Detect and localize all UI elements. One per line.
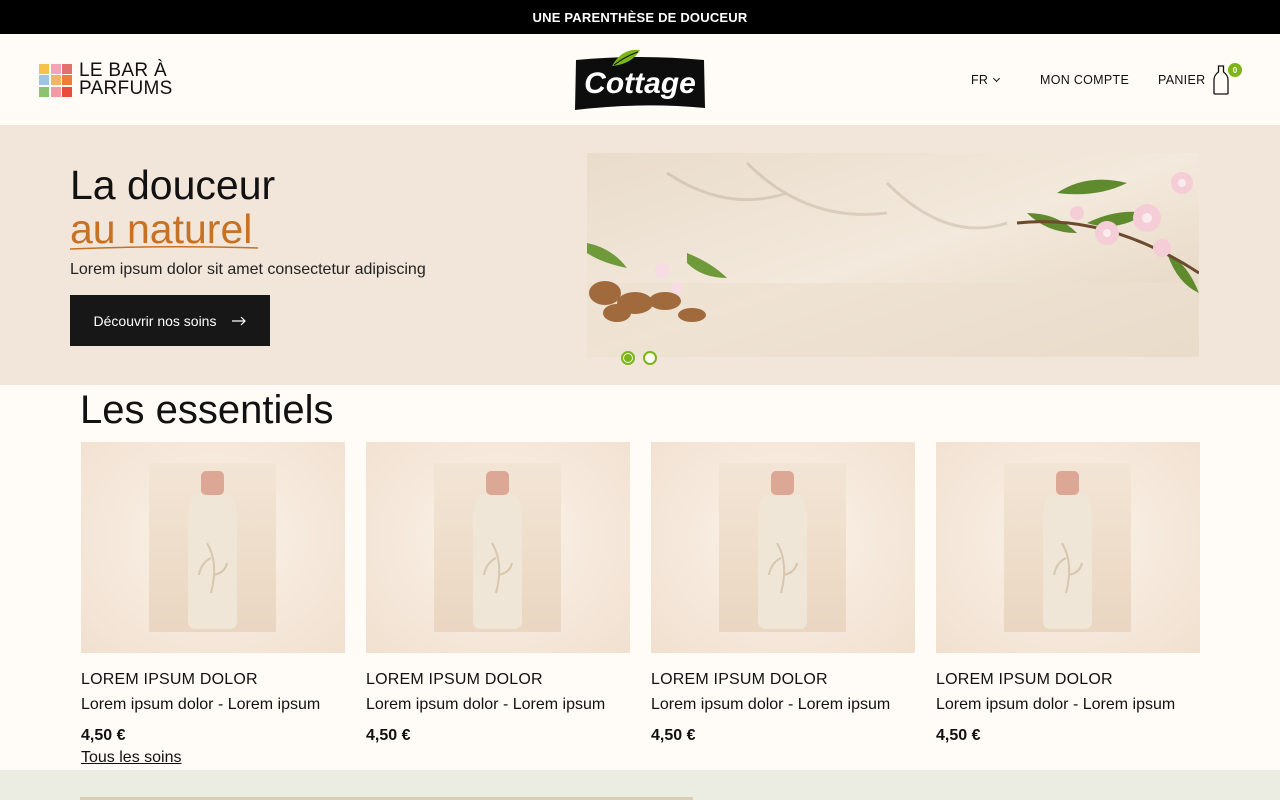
language-selector[interactable]: FR — [971, 34, 1001, 125]
product-price: 4,50 € — [651, 727, 696, 744]
discover-care-button[interactable]: Découvrir nos soins — [70, 295, 270, 346]
bottle-icon — [188, 471, 237, 629]
cart-count-badge: 0 — [1228, 63, 1242, 77]
announcement-text: UNE PARENTHÈSE DE DOUCEUR — [532, 9, 748, 25]
next-section-band — [0, 770, 1280, 800]
arrow-right-icon — [232, 316, 247, 325]
product-card[interactable]: LOREM IPSUM DOLOR Lorem ipsum dolor - Lo… — [936, 442, 1200, 745]
carousel-dot-1[interactable] — [621, 351, 635, 365]
bar-a-parfums-logo[interactable]: LE BAR À PARFUMS — [39, 61, 173, 99]
bottle-icon — [473, 471, 522, 629]
language-label: FR — [971, 72, 989, 87]
carousel-dots — [621, 351, 657, 365]
product-card[interactable]: LOREM IPSUM DOLOR Lorem ipsum dolor - Lo… — [366, 442, 630, 745]
cart-link[interactable]: PANIER — [1158, 34, 1230, 125]
bottle-icon — [1043, 471, 1092, 629]
hero-subtitle: Lorem ipsum dolor sit amet consectetur a… — [70, 261, 426, 278]
site-header: LE BAR À PARFUMS Cottage FR MON COMPTE P… — [0, 34, 1280, 125]
cottage-logo[interactable]: Cottage — [574, 48, 706, 112]
account-label: MON COMPTE — [1040, 72, 1130, 87]
product-description: Lorem ipsum dolor - Lorem ipsum — [366, 696, 606, 713]
product-price: 4,50 € — [366, 727, 411, 744]
product-name: LOREM IPSUM DOLOR — [651, 671, 828, 688]
all-care-link[interactable]: Tous les soins — [81, 749, 182, 767]
bar-logo-text: LE BAR À PARFUMS — [79, 61, 173, 99]
hero-banner: La douceur au naturel Lorem ipsum dolor … — [0, 125, 1280, 385]
product-description: Lorem ipsum dolor - Lorem ipsum — [81, 696, 321, 713]
carousel-dot-2[interactable] — [643, 351, 657, 365]
product-image[interactable] — [651, 442, 915, 653]
product-image[interactable] — [81, 442, 345, 653]
product-price: 4,50 € — [936, 727, 981, 744]
color-grid-icon — [39, 63, 72, 97]
chevron-down-icon — [993, 74, 1001, 82]
announcement-bar: UNE PARENTHÈSE DE DOUCEUR — [0, 0, 1280, 34]
product-card[interactable]: LOREM IPSUM DOLOR Lorem ipsum dolor - Lo… — [81, 442, 345, 745]
hero-underline-decoration — [69, 245, 259, 250]
account-link[interactable]: MON COMPTE — [1040, 34, 1129, 125]
product-image[interactable] — [936, 442, 1200, 653]
product-price: 4,50 € — [81, 727, 126, 744]
cottage-logo-text: Cottage — [584, 67, 696, 100]
product-name: LOREM IPSUM DOLOR — [936, 671, 1113, 688]
bar-logo-line2: PARFUMS — [79, 78, 173, 99]
hero-image-almonds — [587, 153, 1199, 357]
product-description: Lorem ipsum dolor - Lorem ipsum — [936, 696, 1176, 713]
bottle-icon — [758, 471, 807, 629]
discover-button-label: Découvrir nos soins — [93, 312, 217, 329]
product-description: Lorem ipsum dolor - Lorem ipsum — [651, 696, 891, 713]
product-card[interactable]: LOREM IPSUM DOLOR Lorem ipsum dolor - Lo… — [651, 442, 915, 745]
product-image[interactable] — [366, 442, 630, 653]
hero-title-line1: La douceur — [70, 162, 276, 208]
section-title: Les essentiels — [80, 388, 334, 432]
product-name: LOREM IPSUM DOLOR — [81, 671, 258, 688]
cart-label: PANIER — [1158, 72, 1206, 87]
product-name: LOREM IPSUM DOLOR — [366, 671, 543, 688]
